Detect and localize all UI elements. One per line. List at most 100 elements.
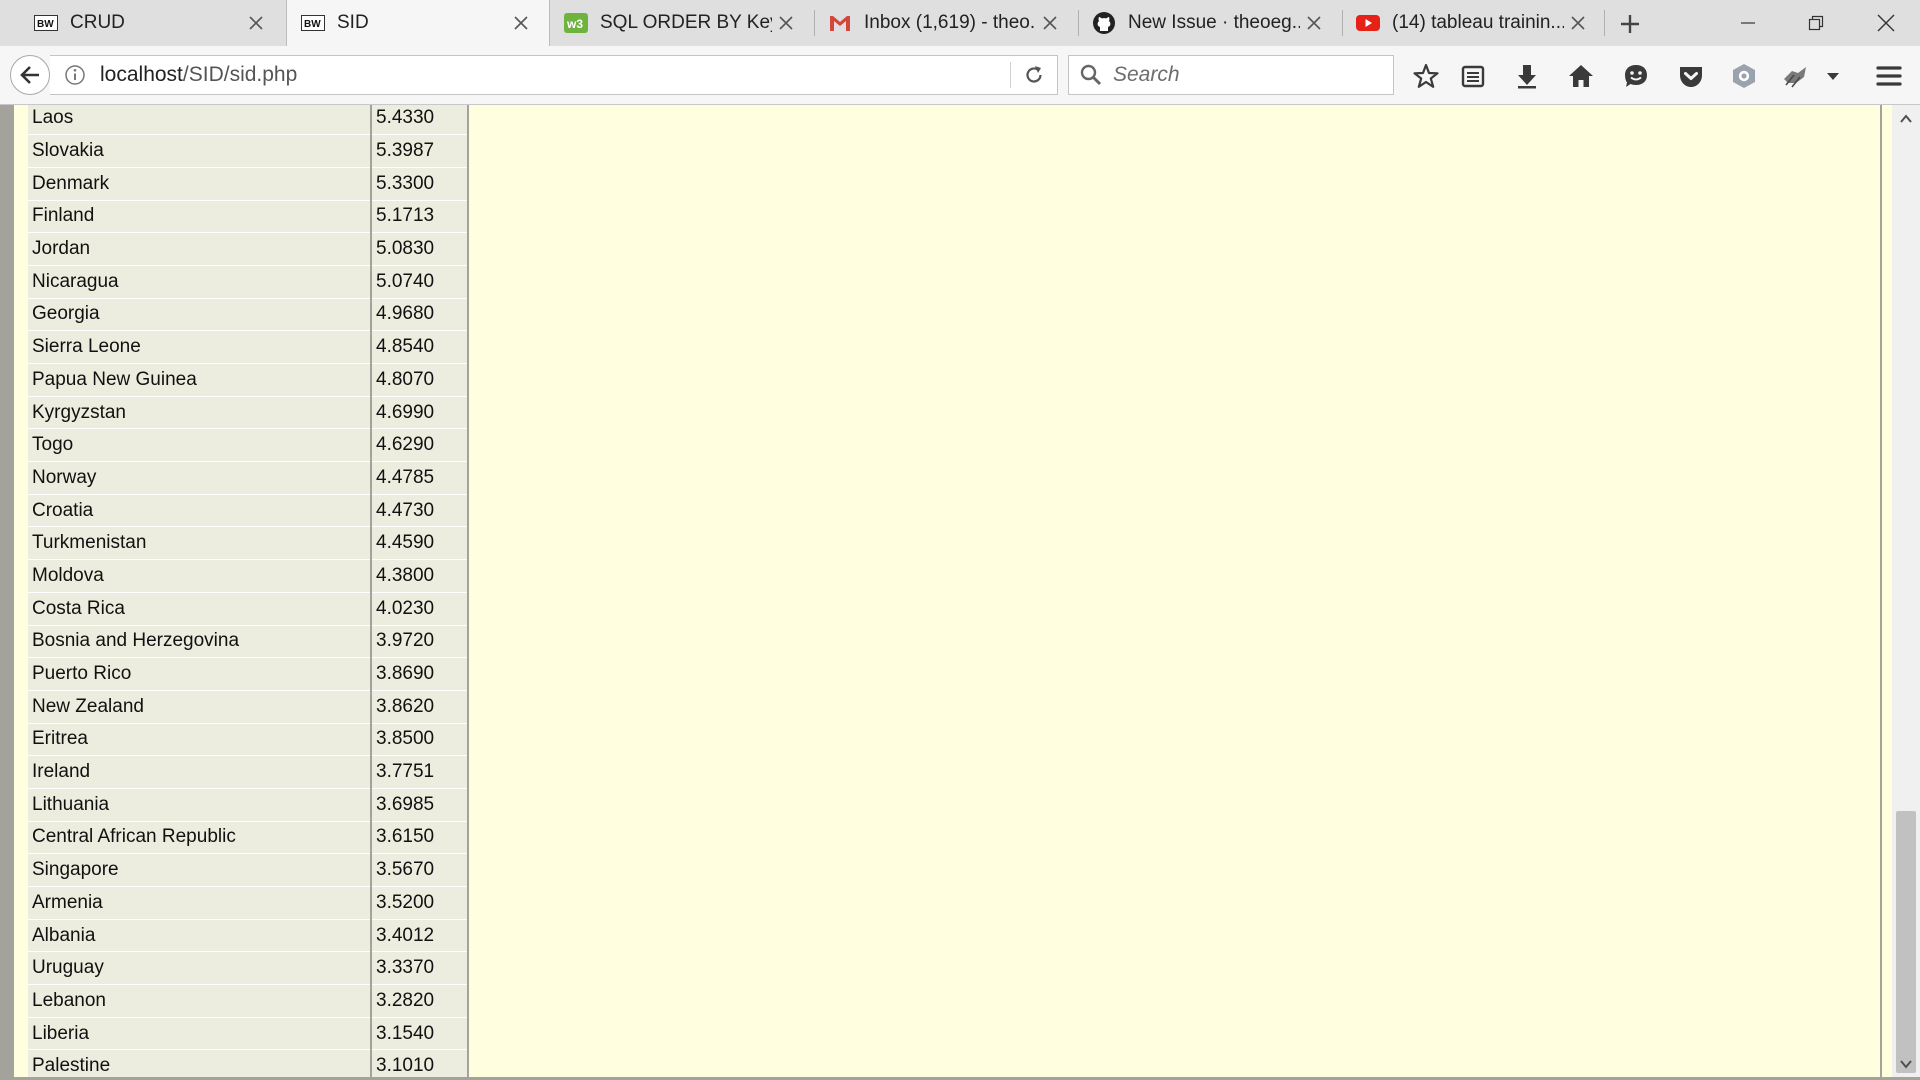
svg-text:w3: w3 <box>566 17 583 31</box>
country-cell: Singapore <box>28 853 372 887</box>
github-icon <box>1092 11 1116 35</box>
table-row: Singapore 3.5670 <box>28 853 469 887</box>
value-cell: 4.4730 <box>371 494 469 528</box>
tab-sid[interactable]: BW SID <box>286 0 550 46</box>
country-cell: Georgia <box>28 298 372 332</box>
scroll-down-icon[interactable] <box>1898 1056 1914 1072</box>
addon-icon <box>1784 67 1806 88</box>
value-cell: 5.4330 <box>371 105 469 136</box>
addon-button[interactable] <box>1778 59 1812 93</box>
country-cell: Armenia <box>28 886 372 920</box>
table-row: Turkmenistan 4.4590 <box>28 526 469 561</box>
table-body: Laos 5.4330 Slovakia 5.3987 Denmark 5.3300 Fin… <box>28 105 469 1080</box>
country-cell: Moldova <box>28 559 372 593</box>
tab-strip: BW CRUD BW SID w3 SQL ORDER BY Key... In… <box>0 0 1920 46</box>
value-cell: 3.8500 <box>371 723 469 757</box>
close-tab-icon[interactable] <box>1300 9 1328 37</box>
search-input[interactable] <box>1111 62 1375 88</box>
extension-icon <box>1733 64 1755 88</box>
country-cell: Lebanon <box>28 984 372 1018</box>
restore-button[interactable] <box>1786 0 1846 46</box>
page-border-left <box>0 105 14 1080</box>
page-border-right <box>1880 105 1882 1080</box>
country-cell: Bosnia and Herzegovina <box>28 625 372 659</box>
table-row: Albania 3.4012 <box>28 919 469 953</box>
menu-button[interactable] <box>1872 59 1906 93</box>
value-cell: 4.4590 <box>371 526 469 561</box>
country-cell: Nicaragua <box>28 265 372 299</box>
home-button[interactable] <box>1564 59 1598 93</box>
emoji-button[interactable] <box>1619 59 1653 93</box>
svg-text:BW: BW <box>37 19 54 30</box>
tab-youtube-tableau[interactable]: (14) tableau trainin... <box>1342 0 1606 46</box>
url-path: /SID/sid.php <box>182 63 298 86</box>
value-cell: 3.6150 <box>371 821 469 855</box>
country-cell: Norway <box>28 461 372 495</box>
country-cell: Liberia <box>28 1017 372 1051</box>
close-tab-icon[interactable] <box>772 9 800 37</box>
tab-gmail-inbox[interactable]: Inbox (1,619) - theo... <box>814 0 1078 46</box>
minimize-button[interactable] <box>1718 0 1778 46</box>
tab-crud[interactable]: BW CRUD <box>20 0 284 46</box>
close-tab-icon[interactable] <box>1564 9 1592 37</box>
back-button[interactable] <box>10 55 50 95</box>
reload-icon <box>1026 66 1042 83</box>
extension-button[interactable] <box>1727 59 1761 93</box>
value-cell: 4.4785 <box>371 461 469 495</box>
addon-dropdown-button[interactable] <box>1818 59 1848 93</box>
country-cell: Denmark <box>28 167 372 201</box>
scroll-up-icon[interactable] <box>1898 111 1914 127</box>
table-row: Nicaragua 5.0740 <box>28 265 469 299</box>
table-row: Georgia 4.9680 <box>28 298 469 332</box>
country-cell: Costa Rica <box>28 592 372 626</box>
svg-text:BW: BW <box>304 19 321 30</box>
tab-sql-order-by[interactable]: w3 SQL ORDER BY Key... <box>550 0 814 46</box>
value-cell: 3.9720 <box>371 625 469 659</box>
value-cell: 3.5670 <box>371 853 469 887</box>
close-tab-icon[interactable] <box>242 9 270 37</box>
table-row: Sierra Leone 4.8540 <box>28 330 469 364</box>
table-row: Jordan 5.0830 <box>28 232 469 266</box>
scrollbar-thumb[interactable] <box>1896 811 1916 1073</box>
new-tab-button[interactable] <box>1614 8 1646 40</box>
tab-github-new-issue[interactable]: New Issue · theoeg... <box>1078 0 1342 46</box>
table-row: Uruguay 3.3370 <box>28 951 469 986</box>
restore-icon <box>1808 15 1824 31</box>
pocket-button[interactable] <box>1674 59 1708 93</box>
tab-title: SQL ORDER BY Key... <box>600 12 772 33</box>
tab-title: New Issue · theoeg... <box>1128 12 1300 33</box>
table-row: Norway 4.4785 <box>28 461 469 495</box>
country-cell: Central African Republic <box>28 821 372 855</box>
info-icon[interactable] <box>64 64 86 86</box>
table-row: Moldova 4.3800 <box>28 559 469 593</box>
close-tab-icon[interactable] <box>507 9 535 37</box>
value-cell: 5.0830 <box>371 232 469 266</box>
country-cell: New Zealand <box>28 690 372 724</box>
table-row: Lebanon 3.2820 <box>28 984 469 1018</box>
table-row: Kyrgyzstan 4.6990 <box>28 396 469 430</box>
download-button[interactable] <box>1510 59 1544 93</box>
window-close-button[interactable] <box>1856 0 1916 46</box>
table-row: Bosnia and Herzegovina 3.9720 <box>28 625 469 659</box>
close-tab-icon[interactable] <box>1036 9 1064 37</box>
bookmark-star-button[interactable] <box>1409 59 1443 93</box>
value-cell: 3.8690 <box>371 657 469 691</box>
value-cell: 3.7751 <box>371 755 469 789</box>
table-row: Lithuania 3.6985 <box>28 788 469 822</box>
country-cell: Eritrea <box>28 723 372 757</box>
vertical-scrollbar[interactable] <box>1892 105 1920 1080</box>
url-text[interactable]: localhost/SID/sid.php <box>100 63 1010 87</box>
tab-separator <box>1342 10 1343 36</box>
search-box[interactable] <box>1068 55 1394 95</box>
country-cell: Slovakia <box>28 134 372 168</box>
reading-list-button[interactable] <box>1456 59 1490 93</box>
reload-button[interactable] <box>1011 55 1057 95</box>
country-cell: Finland <box>28 200 372 234</box>
value-cell: 5.3300 <box>371 167 469 201</box>
country-cell: Laos <box>28 105 372 136</box>
menu-icon <box>1876 66 1902 86</box>
value-cell: 4.8070 <box>371 363 469 397</box>
address-bar[interactable]: localhost/SID/sid.php <box>50 55 1058 95</box>
table-row: Slovakia 5.3987 <box>28 134 469 168</box>
w3schools-icon: w3 <box>564 11 588 35</box>
